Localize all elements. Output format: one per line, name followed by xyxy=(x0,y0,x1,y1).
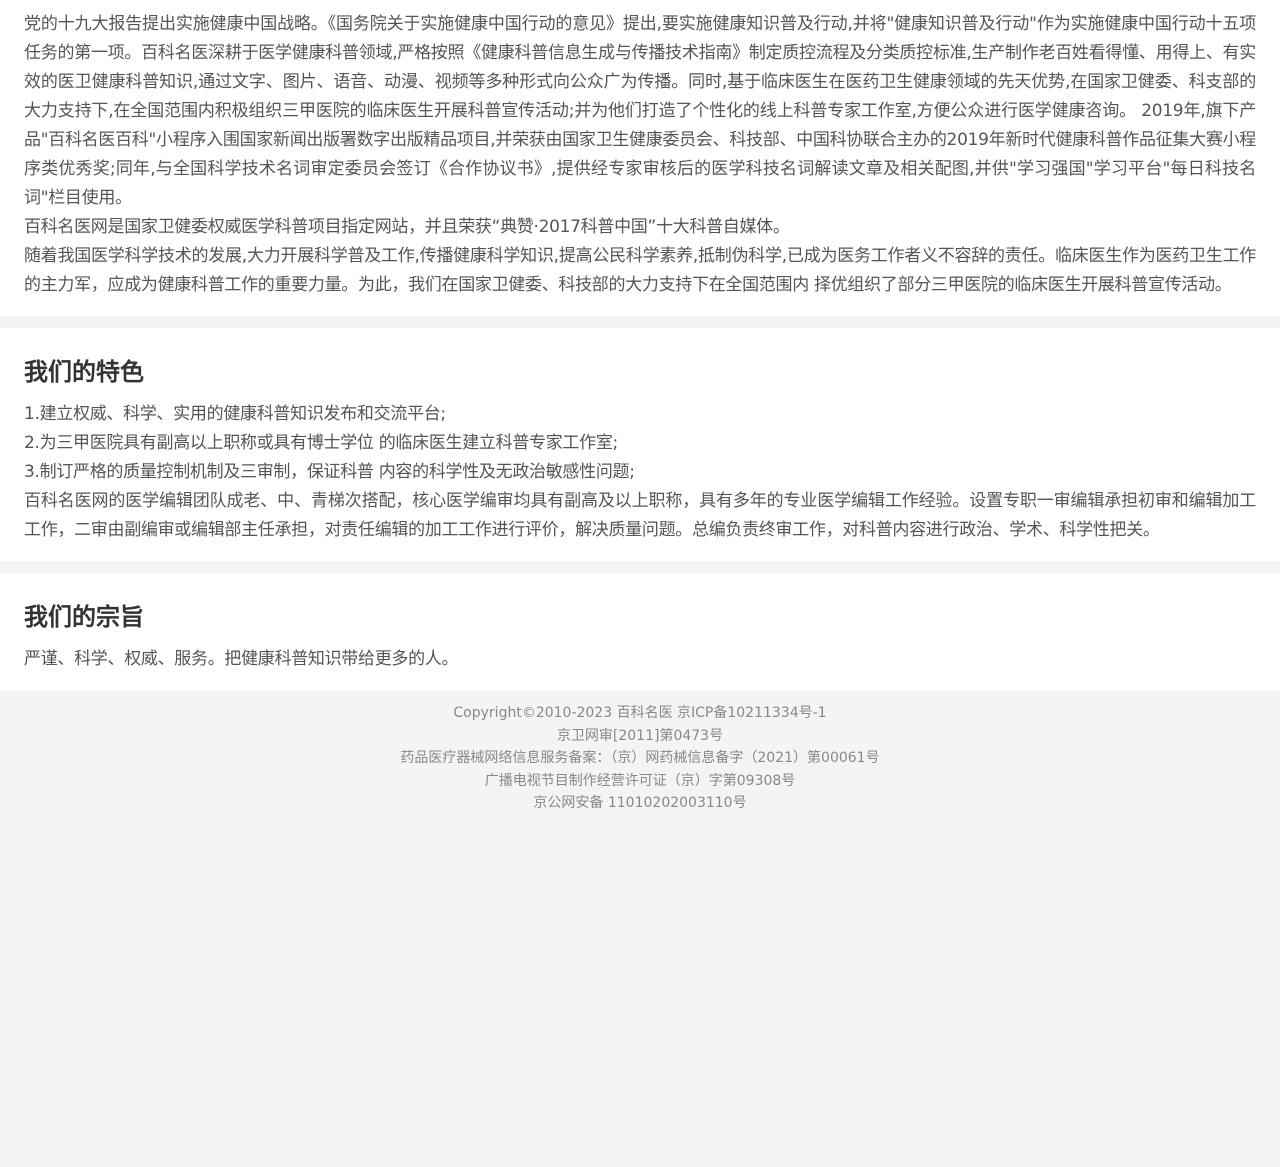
purpose-text: 严谨、科学、权威、服务。把健康科普知识带给更多的人。 xyxy=(24,649,459,669)
footer-broadcast-license: 广播电视节目制作经营许可证（京）字第09308号 xyxy=(484,772,796,789)
feature-item: 3.制订严格的质量控制机制及三审制，保证科普 内容的科学性及无政治敏感性问题; xyxy=(24,462,635,482)
purpose-section: 我们的宗旨 严谨、科学、权威、服务。把健康科普知识带给更多的人。 xyxy=(0,573,1280,690)
footer: Copyright©2010-2023 百科名医 京ICP备10211334号-… xyxy=(0,690,1280,815)
footer-health-review: 京卫网审[2011]第0473号 xyxy=(556,727,724,744)
purpose-title: 我们的宗旨 xyxy=(24,603,144,631)
footer-copyright: Copyright©2010-2023 百科名医 京ICP备10211334号-… xyxy=(453,705,827,721)
intro-section: 党的十九大报告提出实施健康中国战略。《国务院关于实施健康中国行动的意见》提出,要… xyxy=(0,0,1280,316)
footer-drug-record: 药品医疗器械网络信息服务备案：（京）网药械信息备字（2021）第00061号 xyxy=(400,750,880,766)
intro-paragraph: 随着我国医学科学技术的发展,大力开展科学普及工作,传播健康科学知识,提高公民科学… xyxy=(24,246,1256,295)
intro-paragraph: 百科名医网是国家卫健委权威医学科普项目指定网站，并且荣获“典赞·2017科普中国… xyxy=(24,217,790,237)
features-description: 百科名医网的医学编辑团队成老、中、青梯次搭配，核心医学编审均具有副高及以上职称，… xyxy=(24,491,1256,540)
feature-item: 2.为三甲医院具有副高以上职称或具有博士学位 的临床医生建立科普专家工作室; xyxy=(24,433,618,453)
features-title: 我们的特色 xyxy=(24,358,144,386)
feature-item: 1.建立权威、科学、实用的健康科普知识发布和交流平台; xyxy=(24,404,446,424)
intro-paragraph: 党的十九大报告提出实施健康中国战略。《国务院关于实施健康中国行动的意见》提出,要… xyxy=(24,14,1256,208)
footer-public-security: 京公网安备 11010202003110号 xyxy=(533,795,747,811)
features-section: 我们的特色 1.建立权威、科学、实用的健康科普知识发布和交流平台; 2.为三甲医… xyxy=(0,328,1280,561)
